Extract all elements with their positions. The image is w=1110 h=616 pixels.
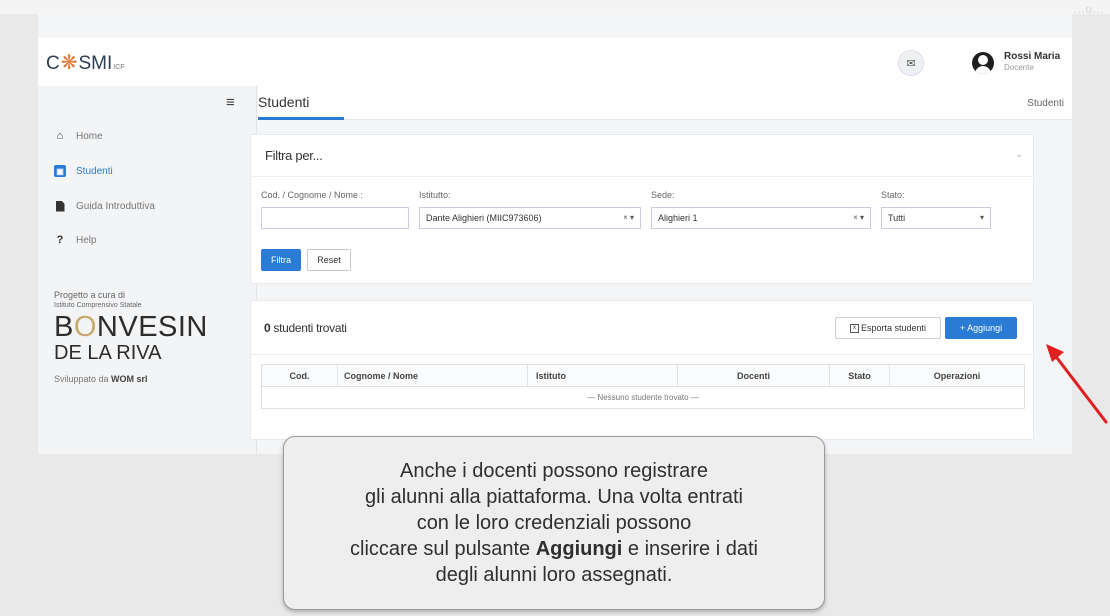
caption-line: Anche i docenti possono registrare [400,460,708,482]
code-label: Cod. / Cognome / Nome : [261,190,364,200]
credit-line: Progetto a cura di [54,290,126,300]
document-icon [54,200,66,212]
developer-link[interactable]: WOM srl [111,374,148,384]
developer-credit: Sviluppato da WOM srl [54,374,148,384]
logo-text: SMI [78,53,113,74]
top-header: C ❋ SMI ICF ✉ Rossi Maria Docente [38,38,1072,86]
collapse-icon[interactable]: ⌄ [1015,149,1023,160]
credit-school-type: Istituto Comprensivo Statale [54,302,142,309]
sidebar: ≡ ⌂ Home ▣ Studenti Guida Introduttiva ?… [38,86,257,454]
column-header-institute[interactable]: Istituto [527,364,678,387]
messages-button[interactable]: ✉ [898,50,924,76]
state-label: Stato: [881,190,905,200]
sidebar-item-label: Help [76,234,97,246]
code-search-input[interactable] [261,207,409,229]
logo-subtext: ICF [113,64,125,71]
institute-select[interactable]: Dante Alighieri (MIIC973606) × ▾ [419,207,641,229]
sidebar-item-help[interactable]: ? Help [54,232,97,248]
top-strip [0,0,1110,14]
school-logo: BONVESIN [54,311,208,343]
home-icon: ⌂ [56,130,64,142]
logo-flower-icon: ❋ [60,52,78,74]
filter-panel: Filtra per... ⌄ Cod. / Cognome / Nome : … [250,134,1034,284]
user-name[interactable]: Rossi Maria [1004,51,1060,62]
empty-message: — Nessuno studente trovato — [261,386,1025,409]
state-select-value: Tutti [888,213,906,223]
sidebar-item-label: Studenti [76,165,113,177]
column-header-operations: Operazioni [889,364,1025,387]
caption-line: cliccare sul pulsante Aggiungi e inserir… [350,538,758,560]
export-students-button[interactable]: x Esporta studenti [835,317,941,339]
table-header-row: Cod. Cognome / Nome Istituto Docenti Sta… [261,364,1025,387]
spreadsheet-icon: x [849,323,859,333]
results-header: 0 studenti trovati x Esporta studenti + … [251,301,1033,355]
column-header-cod[interactable]: Cod. [261,364,338,387]
breadcrumb[interactable]: Studenti [1027,98,1064,109]
students-table: Cod. Cognome / Nome Istituto Docenti Sta… [261,364,1025,409]
column-header-teachers[interactable]: Docenti [677,364,830,387]
school-logo-line2: DE LA RIVA [54,342,162,364]
page-header: Studenti Studenti [258,86,1072,120]
filter-panel-title: Filtra per... [265,148,323,163]
caption-line: degli alunni loro assegnati. [435,564,673,586]
sidebar-item-label: Guida Introduttiva [76,200,155,212]
site-select-value: Alighieri 1 [658,213,698,223]
logo-prefix: C [46,53,60,74]
question-icon: ? [56,234,64,246]
clear-dropdown-icon[interactable]: × ▾ [623,213,634,222]
filter-button[interactable]: Filtra [261,249,301,271]
sidebar-item-studenti[interactable]: ▣ Studenti [54,163,113,179]
add-student-button[interactable]: + Aggiungi [945,317,1017,339]
sidebar-item-home[interactable]: ⌂ Home [54,128,103,144]
site-select[interactable]: Alighieri 1 × ▾ [651,207,871,229]
title-underline [258,117,344,120]
caption-overlay: Anche i docenti possono registrare gli a… [283,436,825,610]
column-header-name[interactable]: Cognome / Nome [337,364,528,387]
column-header-state[interactable]: Stato [829,364,890,387]
user-avatar-icon[interactable] [972,52,994,74]
sidebar-item-guida[interactable]: Guida Introduttiva [54,198,155,214]
sidebar-item-label: Home [76,130,103,142]
results-count: 0 studenti trovati [264,321,347,335]
caption-line: con le loro credenziali possono [416,512,692,534]
watermark: …o… [1073,2,1104,16]
state-select[interactable]: Tutti ▾ [881,207,991,229]
clear-dropdown-icon[interactable]: × ▾ [853,213,864,222]
site-label: Sede: [651,190,675,200]
table-row: — Nessuno studente trovato — [261,386,1025,409]
caption-line: gli alunni alla piattaforma. Una volta e… [365,486,743,508]
chevron-down-icon: ▾ [979,213,984,222]
app-logo[interactable]: C ❋ SMI ICF [46,50,125,75]
filter-panel-header[interactable]: Filtra per... ⌄ [251,135,1033,177]
page-title: Studenti [258,94,310,110]
red-arrow-icon [1046,344,1108,424]
results-panel: 0 studenti trovati x Esporta studenti + … [250,300,1034,440]
institute-select-value: Dante Alighieri (MIIC973606) [426,213,542,223]
reset-button[interactable]: Reset [307,249,351,271]
institute-label: Istitutto: [419,190,451,200]
student-icon: ▣ [54,165,66,177]
envelope-icon: ✉ [906,57,916,70]
menu-toggle-icon[interactable]: ≡ [226,94,235,111]
logo-flower-o: O [73,311,97,343]
user-role: Docente [1004,63,1034,72]
